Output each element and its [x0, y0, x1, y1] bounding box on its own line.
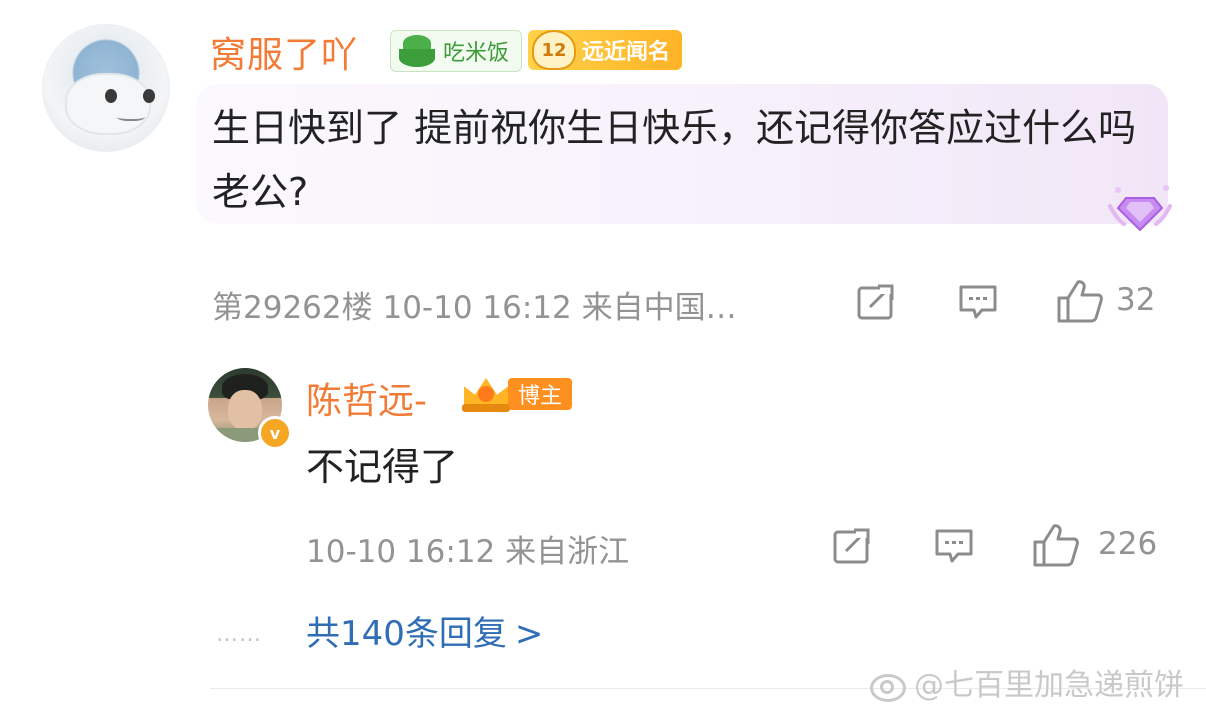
more-replies-label: 共140条回复 [306, 614, 507, 654]
avatar-eye-left [105, 89, 117, 103]
view-more-replies-link[interactable]: 共140条回复 > [306, 606, 543, 655]
reply-meta: 10-10 16:12 来自浙江 [306, 534, 630, 570]
gem-icon [1108, 185, 1172, 232]
chevron-right-icon: > [514, 614, 544, 654]
comment-icon[interactable] [958, 282, 998, 322]
commenter-username[interactable]: 窝服了吖 [210, 26, 358, 78]
verified-icon: v [258, 416, 292, 450]
avatar-shark-face [65, 73, 151, 135]
rice-fan-badge[interactable]: 吃米饭 [390, 30, 523, 72]
reply-text: 不记得了 [306, 445, 459, 489]
comment-text: 生日快到了 提前祝你生日快乐，还记得你答应过什么吗老公? [212, 106, 1137, 214]
share-icon[interactable] [856, 282, 896, 322]
reply-like-count: 226 [1098, 526, 1158, 562]
replier-username[interactable]: 陈哲远- [306, 372, 427, 424]
share-icon[interactable] [832, 526, 872, 566]
thread-dots: …… [216, 622, 262, 647]
blogger-badge[interactable]: 博主 [458, 374, 573, 414]
like-icon[interactable] [1032, 522, 1080, 568]
weibo-logo-icon [868, 666, 908, 702]
crown-icon [458, 374, 514, 414]
fame-badge-label: 远近闻名 [582, 40, 671, 65]
watermark-text: @七百里加急递煎饼 [914, 668, 1184, 703]
watermark: @七百里加急递煎饼 [868, 660, 1184, 704]
fame-level-shield-icon: 12 [532, 30, 576, 70]
like-icon[interactable] [1056, 278, 1104, 324]
comment-meta: 第29262楼 10-10 16:12 来自中国… [212, 290, 737, 326]
comment-icon[interactable] [934, 526, 974, 566]
rice-badge-label: 吃米饭 [443, 41, 510, 66]
fame-badge[interactable]: 12 远近闻名 [528, 30, 683, 70]
blogger-badge-label: 博主 [508, 378, 573, 410]
avatar-mouth [117, 111, 145, 121]
commenter-avatar[interactable] [42, 24, 170, 152]
avatar-eye-right [143, 89, 155, 103]
comment-like-count: 32 [1116, 282, 1156, 318]
rice-bowl-icon [399, 35, 435, 67]
